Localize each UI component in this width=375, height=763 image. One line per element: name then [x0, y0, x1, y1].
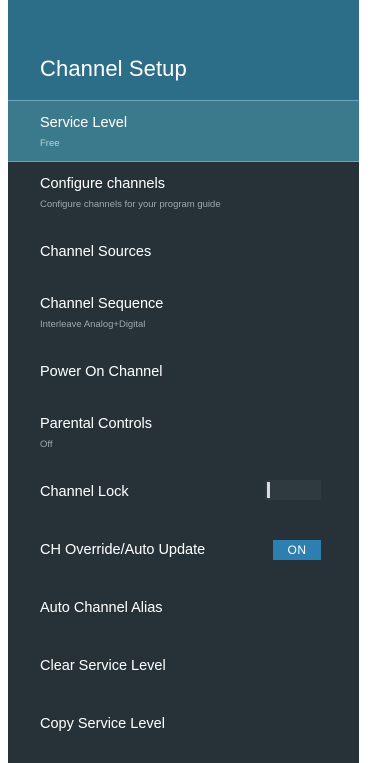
menu-item-copy-service-level[interactable]: Copy Service Level — [8, 696, 359, 754]
menu-item-configure-channels[interactable]: Configure channels Configure channels fo… — [8, 162, 359, 224]
menu-item-label: Configure channels — [40, 176, 165, 192]
page-title: Channel Setup — [40, 56, 187, 81]
menu-item-label: Auto Channel Alias — [40, 600, 163, 616]
menu-item-clear-service-level[interactable]: Clear Service Level — [8, 638, 359, 696]
menu-item-channel-lock[interactable]: Channel Lock — [8, 464, 359, 522]
ch-override-toggle[interactable]: ON — [273, 540, 321, 560]
menu-item-auto-channel-alias[interactable]: Auto Channel Alias — [8, 580, 359, 638]
settings-panel: Channel Setup Service Level Free Configu… — [8, 0, 359, 763]
menu-item-label: Clear Service Level — [40, 658, 166, 674]
menu-item-label: CH Override/Auto Update — [40, 542, 206, 558]
menu-item-ch-override[interactable]: CH Override/Auto Update ON — [8, 522, 359, 580]
menu-item-description: Configure channels for your program guid… — [40, 199, 221, 210]
menu-item-channel-sequence[interactable]: Channel Sequence Interleave Analog+Digit… — [8, 282, 359, 344]
menu-item-service-level[interactable]: Service Level Free — [8, 100, 359, 162]
menu-item-power-on-channel[interactable]: Power On Channel — [8, 344, 359, 402]
menu-item-value: Interleave Analog+Digital — [40, 319, 146, 330]
channel-lock-toggle[interactable] — [265, 480, 321, 500]
menu-item-label: Service Level — [40, 115, 128, 131]
panel-header: Channel Setup — [8, 0, 359, 100]
menu-item-value: Off — [40, 439, 53, 450]
menu-item-label: Parental Controls — [40, 416, 153, 432]
menu-item-channel-sources[interactable]: Channel Sources — [8, 224, 359, 282]
menu-item-label: Channel Sources — [40, 244, 152, 260]
menu-item-label: Channel Sequence — [40, 296, 164, 312]
menu-item-label: Copy Service Level — [40, 716, 165, 732]
menu-item-value: Free — [40, 138, 60, 149]
settings-menu: Service Level Free Configure channels Co… — [8, 100, 359, 754]
menu-item-label: Channel Lock — [40, 484, 129, 500]
menu-item-parental-controls[interactable]: Parental Controls Off — [8, 402, 359, 464]
toggle-knob — [267, 482, 270, 498]
menu-item-label: Power On Channel — [40, 364, 163, 380]
